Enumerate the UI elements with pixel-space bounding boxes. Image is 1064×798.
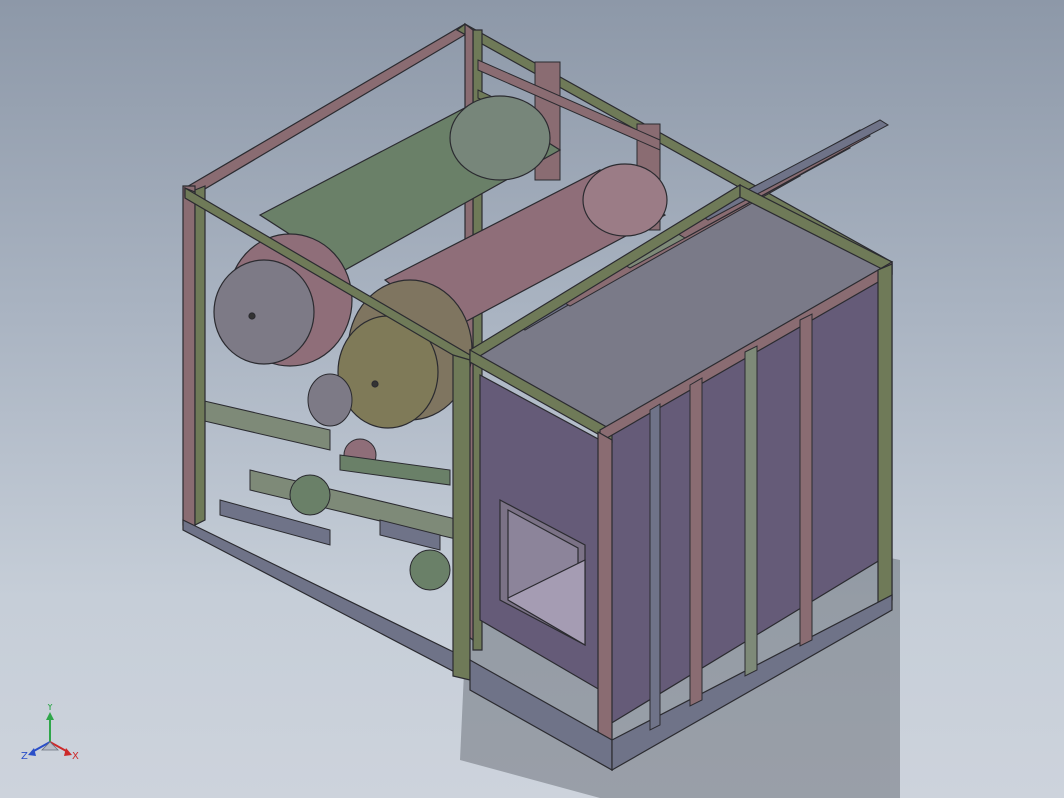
x-axis-label: X [72, 751, 79, 762]
coordinate-triad: Y Z X [21, 704, 79, 762]
graphics-viewport[interactable]: Y Z X [0, 0, 1064, 798]
y-axis-label: Y [46, 704, 54, 713]
x-axis-arrow-icon [64, 748, 72, 756]
y-axis-arrow-icon [46, 712, 54, 720]
model-scene[interactable] [0, 0, 1064, 798]
z-axis-arrow-icon [28, 748, 36, 756]
z-axis-label: Z [21, 751, 28, 762]
